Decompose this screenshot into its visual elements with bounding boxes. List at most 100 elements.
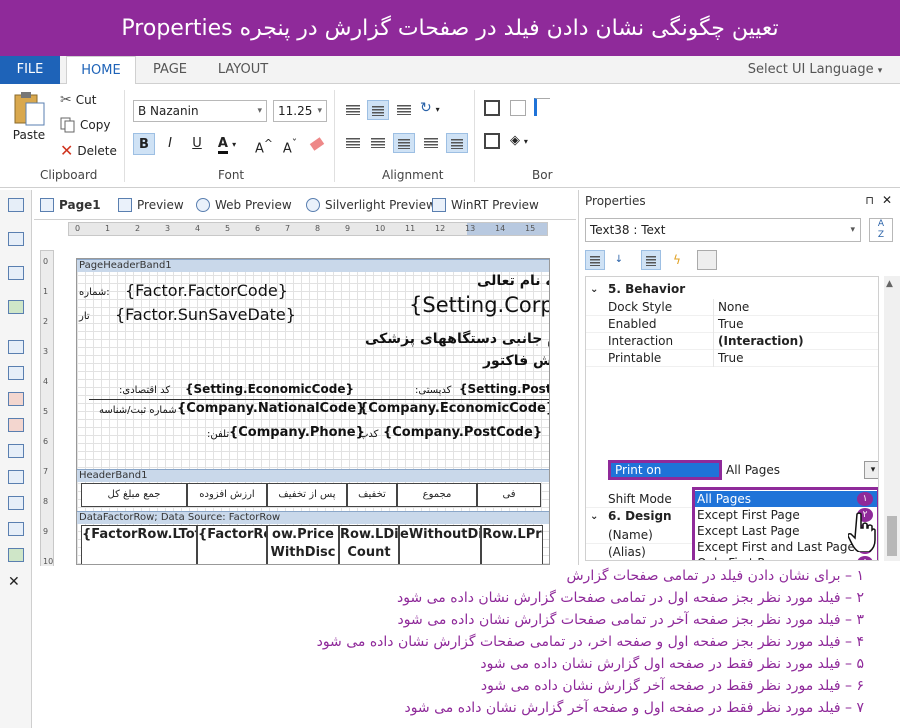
company-economic-field[interactable]: {Company.EconomicCode} (359, 401, 549, 416)
factor-code-field[interactable]: {Factor.FactorCode} (125, 281, 288, 300)
border-style-button[interactable] (484, 133, 500, 149)
band-icon[interactable] (8, 232, 24, 246)
close-icon[interactable]: ✕ (882, 193, 892, 207)
property-row[interactable]: Printable True (586, 350, 878, 367)
tab-file[interactable]: FILE (0, 56, 60, 84)
panel-icon[interactable] (8, 392, 24, 406)
align-center-button[interactable] (367, 133, 389, 153)
tab-winrt-preview[interactable]: WinRT Preview (432, 198, 539, 212)
font-family-select[interactable]: B Nazanin ▾ (133, 100, 267, 122)
tab-preview-label: Preview (137, 198, 184, 212)
subreport-icon[interactable] (8, 496, 24, 510)
tab-home[interactable]: HOME (66, 56, 136, 85)
economic-code-field[interactable]: {Setting.EconomicCode} (185, 382, 354, 396)
property-row[interactable]: Dock Style None (586, 299, 878, 316)
report-page[interactable]: PageHeaderBand1 شماره: {Factor.FactorCod… (76, 258, 550, 565)
font-size-select[interactable]: 11.25 ▾ (273, 100, 327, 122)
tab-web-preview-label: Web Preview (215, 198, 292, 212)
tab-silverlight-preview[interactable]: Silverlight Preview (306, 198, 436, 212)
rectangle-icon[interactable] (8, 470, 24, 484)
tab-layout[interactable]: LAYOUT (205, 56, 281, 84)
rotate-icon: ↻ (420, 100, 432, 116)
dropdown-option[interactable]: Only First Page ۵ (695, 555, 877, 560)
align-top-button[interactable] (342, 100, 364, 120)
page-title: تعیین چگونگی نشان دادن فیلد در صفحات گزا… (121, 15, 779, 41)
align-bottom-button[interactable] (393, 100, 415, 120)
picture-icon[interactable] (8, 548, 24, 562)
text-in-cells-icon[interactable] (8, 418, 24, 432)
tab-page[interactable]: PAGE (145, 56, 195, 84)
scroll-thumb[interactable] (887, 516, 897, 556)
ruler-tick: 2 (43, 317, 49, 326)
tab-preview[interactable]: Preview (118, 198, 184, 212)
data-cell[interactable]: Row.LPr (481, 525, 543, 564)
property-print-on[interactable]: Print on (608, 460, 722, 480)
report-tree-icon[interactable] (8, 198, 24, 212)
fill-color-button[interactable]: ◈ ▾ (510, 133, 544, 153)
align-middle-button[interactable] (367, 100, 389, 120)
page-header-band[interactable]: PageHeaderBand1 (77, 259, 549, 272)
print-on-value[interactable]: All Pages (724, 460, 878, 480)
word-wrap-button[interactable] (446, 133, 468, 153)
data-band[interactable]: DataFactorRow; Data Source: FactorRow (77, 511, 549, 524)
select-language-button[interactable]: Select UI Language ▾ (740, 56, 890, 84)
align-left-button[interactable] (342, 133, 364, 153)
tools-icon[interactable]: ✕ (8, 574, 24, 590)
text-icon[interactable] (8, 340, 24, 354)
data-cell[interactable]: {FactorRow.LTax} (197, 525, 267, 564)
paste-button[interactable]: Paste (12, 90, 46, 142)
phone-field[interactable]: {Company.Phone} (229, 425, 365, 440)
ruler-tick: 9 (43, 527, 49, 536)
categorized-button[interactable] (585, 250, 605, 270)
container-icon[interactable] (8, 444, 24, 458)
pin-icon[interactable]: ⊓ (865, 194, 874, 207)
justify-button[interactable] (420, 133, 442, 153)
collapse-icon[interactable]: ⌄ (590, 508, 598, 525)
border-none-button[interactable] (510, 100, 526, 116)
underline-button[interactable]: U (186, 133, 208, 155)
scroll-up-icon[interactable]: ▲ (886, 279, 893, 289)
rich-text-icon[interactable] (8, 366, 24, 380)
factor-date-field[interactable]: {Factor.SunSaveDate} (115, 305, 296, 324)
property-row[interactable]: Interaction (Interaction) (586, 333, 878, 350)
company-name-field[interactable]: {Setting.Corp (409, 293, 549, 317)
dropdown-option[interactable]: All Pages ۱ (695, 491, 877, 507)
property-row[interactable]: Enabled True (586, 316, 878, 333)
property-grid-scrollbar[interactable]: ▲ (884, 276, 900, 561)
italic-button[interactable]: I (159, 133, 181, 155)
alphabetical-button[interactable]: ↓ (609, 250, 629, 270)
border-all-button[interactable] (484, 100, 500, 116)
postal-code-field[interactable]: {Setting.PostalC (459, 382, 549, 396)
category-behavior[interactable]: ⌄ 5. Behavior (586, 281, 878, 298)
cut-button[interactable]: ✂ Cut (60, 92, 96, 108)
object-selector[interactable]: Text38 : Text ▾ (585, 218, 861, 242)
collapse-icon[interactable]: ⌄ (590, 281, 598, 298)
header-band[interactable]: HeaderBand1 (77, 469, 549, 482)
tab-web-preview[interactable]: Web Preview (196, 198, 292, 212)
align-right-button[interactable] (393, 133, 415, 153)
tab-page1[interactable]: Page1 (40, 198, 101, 212)
rotate-button[interactable]: ↻ ▾ (420, 100, 456, 120)
data-cell[interactable]: {FactorRow.LTotalPrice} (81, 525, 197, 564)
bold-button[interactable]: B (133, 133, 155, 155)
font-color-button[interactable]: A ▾ (212, 133, 242, 155)
sort-icon[interactable]: AZ (869, 218, 893, 242)
data-cell[interactable]: eWithoutDi (399, 525, 481, 564)
company-postal-field[interactable]: {Company.PostCode} (383, 425, 542, 440)
cross-band-icon[interactable] (8, 266, 24, 280)
grow-font-button[interactable]: A^ (253, 133, 275, 156)
data-cell[interactable]: ow.Price WithDisc (267, 525, 339, 564)
label-icon[interactable] (8, 522, 24, 536)
national-code-field[interactable]: {Company.NationalCode} (177, 401, 365, 416)
image-icon[interactable] (8, 300, 24, 314)
shrink-font-button[interactable]: Aˇ (279, 133, 301, 156)
data-cell[interactable]: Row.LDi Count (339, 525, 399, 564)
events-button[interactable]: ϟ (667, 250, 687, 270)
border-left-button[interactable] (534, 98, 550, 116)
eraser-button[interactable] (306, 133, 328, 155)
copy-button[interactable]: Copy (60, 117, 110, 133)
delete-button[interactable]: ✕ Delete (60, 141, 117, 160)
print-on-dropdown-button[interactable]: ▾ (864, 461, 878, 479)
property-pages-button[interactable] (697, 250, 717, 270)
properties-view-button[interactable] (641, 250, 661, 270)
